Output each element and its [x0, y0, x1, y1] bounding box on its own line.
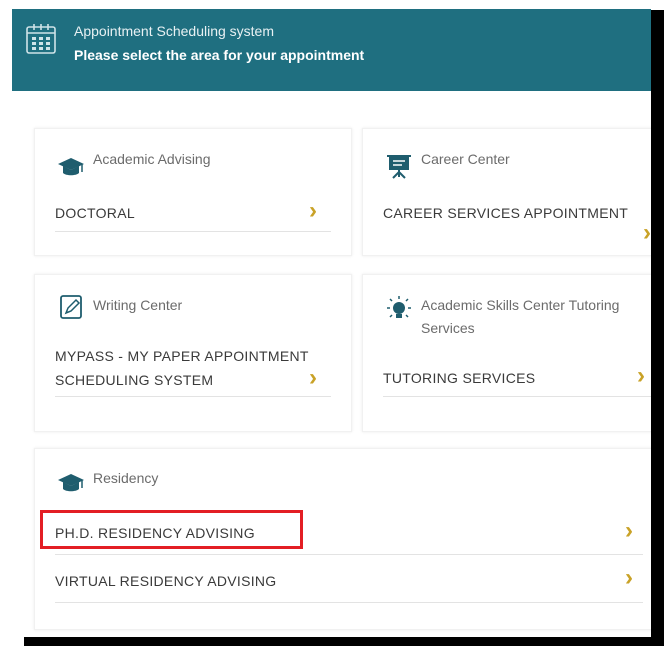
item-label: DOCTORAL — [55, 205, 135, 221]
item-label-line1: MYPASS - MY PAPER APPOINTMENT — [55, 348, 309, 364]
scheduling-window: Appointment Scheduling system Please sel… — [12, 9, 651, 637]
calendar-icon — [26, 24, 56, 54]
chevron-right-icon: › — [625, 564, 634, 591]
chevron-right-icon: › — [309, 197, 318, 224]
card-title-academic-advising: Academic Advising — [93, 151, 211, 167]
card-title-writing-center: Writing Center — [93, 297, 183, 313]
chevron-right-icon: › — [625, 517, 634, 544]
highlight-box — [40, 510, 303, 549]
item-label: CAREER SERVICES APPOINTMENT — [383, 205, 629, 221]
header-bar: Appointment Scheduling system Please sel… — [12, 9, 651, 91]
card-academic-advising: Academic Advising DOCTORAL › — [34, 128, 352, 256]
presentation-board-icon — [387, 155, 411, 179]
item-mypass[interactable]: MYPASS - MY PAPER APPOINTMENT SCHEDULING… — [55, 344, 331, 397]
chevron-right-icon: › — [309, 364, 318, 391]
edit-document-icon — [60, 295, 82, 319]
item-virtual-residency-advising[interactable]: VIRTUAL RESIDENCY ADVISING › — [55, 566, 643, 603]
card-title-residency: Residency — [93, 470, 159, 486]
card-title-skills-line2: Services — [421, 320, 475, 336]
card-career-center: Career Center CAREER SERVICES APPOINTMEN… — [362, 128, 651, 256]
chevron-right-icon: › — [643, 219, 651, 246]
shadow-right — [651, 10, 664, 646]
card-writing-center: Writing Center MYPASS - MY PAPER APPOINT… — [34, 274, 352, 432]
graduation-cap-icon — [58, 474, 84, 492]
item-label: VIRTUAL RESIDENCY ADVISING — [55, 573, 277, 589]
item-label-line2: SCHEDULING SYSTEM — [55, 372, 214, 388]
item-tutoring-services[interactable]: TUTORING SERVICES › — [383, 362, 651, 397]
header-title: Appointment Scheduling system — [74, 23, 274, 39]
card-title-skills-line1: Academic Skills Center Tutoring — [421, 297, 620, 313]
item-doctoral[interactable]: DOCTORAL › — [55, 199, 331, 232]
item-career-services-appointment[interactable]: CAREER SERVICES APPOINTMENT › — [383, 199, 651, 247]
header-subtitle: Please select the area for your appointm… — [74, 47, 365, 63]
lightbulb-icon — [387, 296, 411, 318]
card-academic-skills-center: Academic Skills Center Tutoring Services… — [362, 274, 651, 432]
shadow-bottom — [24, 637, 664, 646]
card-title-career-center: Career Center — [421, 151, 510, 167]
graduation-cap-icon — [58, 158, 84, 176]
item-label: TUTORING SERVICES — [383, 370, 536, 386]
chevron-right-icon: › — [637, 362, 646, 389]
